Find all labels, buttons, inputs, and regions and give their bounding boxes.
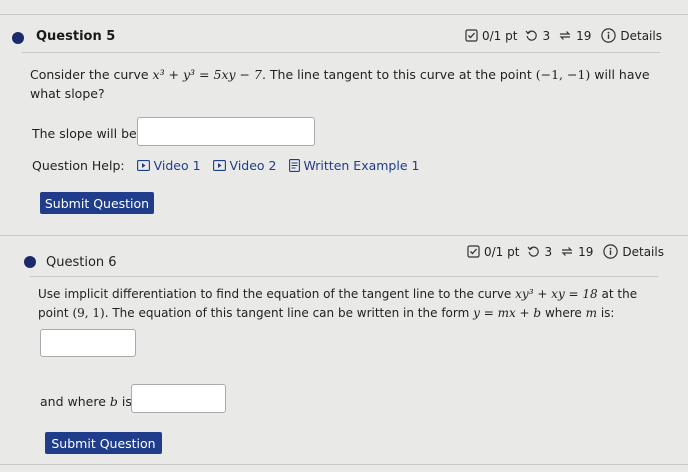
question-bullet <box>24 256 36 268</box>
attempts-count: 19 <box>576 28 592 43</box>
m-input[interactable] <box>40 329 136 357</box>
info-icon[interactable] <box>601 28 617 43</box>
line-form: y = mx + b <box>473 306 542 320</box>
score-text: 0/1 pt <box>484 244 520 259</box>
submit-question-button[interactable]: Submit Question <box>45 432 162 454</box>
question-meta: 0/1 pt 3 19 Details <box>467 244 664 259</box>
top-divider <box>0 14 688 15</box>
help-label: Question Help: <box>32 158 125 173</box>
question-header-divider <box>30 276 658 277</box>
equation: xy³ + xy = 18 <box>515 287 598 301</box>
document-icon <box>288 159 300 172</box>
question-header-divider <box>22 52 660 53</box>
question-prompt: Consider the curve x³ + y³ = 5xy − 7. Th… <box>30 67 650 101</box>
question-bullet <box>12 32 24 44</box>
checkbox-icon <box>467 245 480 258</box>
section-divider <box>0 235 688 236</box>
question-meta: 0/1 pt 3 19 Details <box>465 28 662 43</box>
video-icon <box>136 160 150 171</box>
details-link[interactable]: Details <box>620 29 662 43</box>
video-2-link[interactable]: Video 2 <box>212 158 277 173</box>
submit-question-button[interactable]: Submit Question <box>40 192 154 214</box>
question-title: Question 6 <box>46 255 117 270</box>
question-help: Question Help: Video 1 Video 2 Written E… <box>32 158 419 173</box>
info-icon[interactable] <box>603 244 619 259</box>
m-variable: m <box>585 306 598 320</box>
question-prompt: Use implicit differentiation to find the… <box>38 287 638 320</box>
retries-count: 3 <box>542 28 551 43</box>
score-text: 0/1 pt <box>482 28 518 43</box>
attempts-icon <box>560 245 574 258</box>
details-link[interactable]: Details <box>622 245 664 259</box>
point: (9, 1) <box>72 306 105 320</box>
slope-input[interactable] <box>137 117 315 146</box>
written-example-link[interactable]: Written Example 1 <box>288 158 419 173</box>
video-icon <box>212 160 226 171</box>
video-1-link[interactable]: Video 1 <box>136 158 201 173</box>
b-label: and where b is: <box>40 394 137 409</box>
retries-count: 3 <box>544 244 553 259</box>
attempts-count: 19 <box>578 244 594 259</box>
checkbox-icon <box>465 29 478 42</box>
b-input[interactable] <box>131 384 226 413</box>
b-variable: b <box>109 394 118 409</box>
question-title: Question 5 <box>36 29 116 44</box>
retry-icon <box>527 245 540 258</box>
point: (−1, −1) <box>535 67 591 82</box>
retry-icon <box>525 29 538 42</box>
slope-label: The slope will be <box>32 126 137 141</box>
attempts-icon <box>558 29 572 42</box>
bottom-divider <box>0 464 688 465</box>
equation: x³ + y³ = 5xy − 7 <box>152 67 262 82</box>
